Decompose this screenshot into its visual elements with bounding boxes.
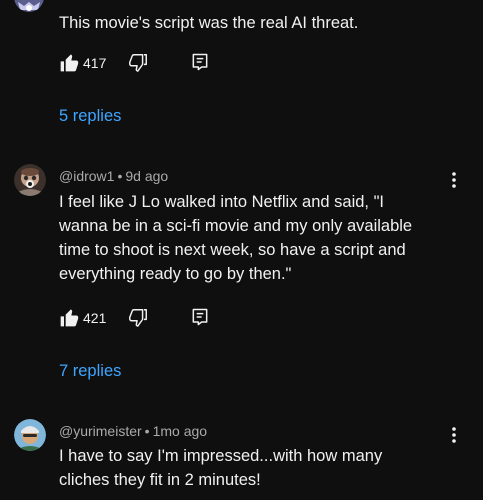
view-replies-link[interactable]: 7 replies: [59, 362, 121, 381]
avatar[interactable]: [14, 164, 46, 196]
meta-separator: •: [117, 168, 123, 184]
comment-actions: 417: [59, 51, 259, 75]
comment-text: I feel like J Lo walked into Netflix and…: [59, 190, 459, 286]
comments-screen: This movie's script was the real AI thre…: [0, 0, 483, 500]
like-count: 421: [83, 310, 107, 326]
meta-separator: •: [144, 423, 150, 439]
avatar[interactable]: [14, 419, 46, 451]
comment-text-line: I have to say I'm impressed...with how m…: [59, 447, 383, 465]
more-vertical-icon: [452, 172, 456, 188]
comment-time[interactable]: 1mo ago: [153, 423, 207, 439]
comment-actions: 421: [59, 306, 259, 330]
dislike-button[interactable]: [127, 307, 151, 329]
dislike-button[interactable]: [127, 52, 151, 74]
thumbs-up-icon: [60, 309, 79, 327]
comment-text-line: This movie's script was the real AI thre…: [59, 14, 359, 32]
like-count: 417: [83, 55, 107, 71]
avatar[interactable]: [14, 0, 44, 12]
comment-text: I have to say I'm impressed...with how m…: [59, 444, 459, 492]
comment-text: This movie's script was the real AI thre…: [59, 11, 459, 35]
reply-button[interactable]: [190, 307, 212, 329]
comment-text-line: everything ready to go by then.": [59, 265, 292, 283]
author-name[interactable]: @idrow1: [59, 168, 114, 184]
comment-text-line: I feel like J Lo walked into Netflix and…: [59, 193, 385, 211]
like-button[interactable]: 421: [59, 306, 119, 330]
comment-meta: @idrow1 • 9d ago: [59, 168, 168, 184]
like-button[interactable]: 417: [59, 51, 119, 75]
author-name[interactable]: @yurimeister: [59, 423, 142, 439]
thumbs-up-icon: [60, 54, 79, 72]
thumbs-down-icon: [129, 309, 147, 327]
comment-meta: @yurimeister • 1mo ago: [59, 423, 207, 439]
comment-text-line: wanna be in a sci-fi movie and my only a…: [59, 217, 413, 235]
reply-icon: [192, 53, 208, 71]
thumbs-down-icon: [129, 54, 147, 72]
comment-text-line: cliches they fit in 2 minutes!: [59, 471, 261, 489]
more-options-button[interactable]: [444, 168, 464, 192]
view-replies-link[interactable]: 5 replies: [59, 107, 121, 126]
comment-time[interactable]: 9d ago: [125, 168, 168, 184]
reply-button[interactable]: [190, 52, 212, 74]
comment-text-line: time to shoot is next week, so have a sc…: [59, 241, 406, 259]
reply-icon: [192, 308, 208, 326]
